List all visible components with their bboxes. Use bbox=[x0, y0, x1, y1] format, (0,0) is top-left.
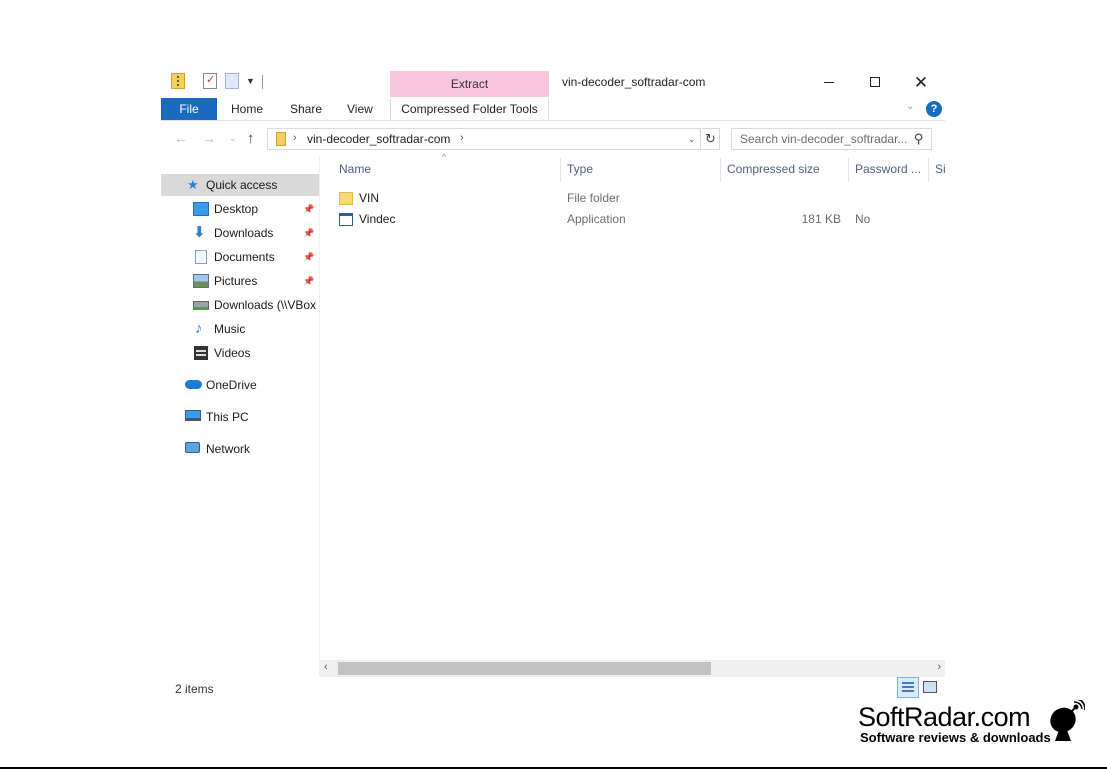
column-header-compressed-size[interactable]: Compressed size bbox=[727, 162, 820, 176]
sidebar-item-documents[interactable]: Documents 📌 bbox=[161, 246, 319, 268]
zip-folder-icon bbox=[276, 132, 286, 146]
sidebar-item-quick-access[interactable]: ★ Quick access bbox=[161, 174, 319, 196]
column-header-type[interactable]: Type bbox=[567, 162, 593, 176]
watermark-subtitle: Software reviews & downloads bbox=[860, 730, 1051, 745]
sidebar-item-this-pc[interactable]: This PC bbox=[161, 406, 319, 428]
search-box[interactable]: ⚲ bbox=[731, 128, 932, 150]
pane-divider bbox=[319, 156, 320, 676]
column-divider[interactable] bbox=[848, 158, 849, 182]
star-icon: ★ bbox=[187, 177, 199, 192]
scroll-right-chevron-icon[interactable]: › bbox=[937, 661, 941, 673]
music-note-icon: ♪ bbox=[195, 320, 203, 337]
properties-icon[interactable] bbox=[203, 73, 217, 89]
sidebar-item-videos[interactable]: Videos bbox=[161, 342, 319, 364]
pin-icon[interactable]: 📌 bbox=[303, 198, 314, 220]
folder-icon bbox=[339, 192, 353, 205]
column-divider[interactable] bbox=[560, 158, 561, 182]
scroll-left-chevron-icon[interactable]: ‹ bbox=[324, 661, 328, 673]
close-icon: ✕ bbox=[913, 72, 929, 92]
column-header-password[interactable]: Password ... bbox=[855, 162, 921, 176]
scrollbar-thumb[interactable] bbox=[338, 662, 711, 675]
film-icon bbox=[194, 346, 208, 360]
network-icon bbox=[185, 442, 200, 453]
sidebar-item-downloads[interactable]: ⬇ Downloads 📌 bbox=[161, 222, 319, 244]
pin-icon[interactable]: 📌 bbox=[303, 222, 314, 244]
sidebar-item-network[interactable]: Network bbox=[161, 438, 319, 460]
maximize-button[interactable] bbox=[852, 70, 898, 94]
tab-compressed-folder-tools[interactable]: Compressed Folder Tools bbox=[390, 98, 549, 121]
sidebar-item-pictures[interactable]: Pictures 📌 bbox=[161, 270, 319, 292]
help-icon[interactable]: ? bbox=[926, 101, 942, 117]
zip-folder-icon bbox=[171, 73, 185, 89]
breadcrumb-current[interactable]: vin-decoder_softradar-com bbox=[307, 132, 450, 146]
download-arrow-icon: ⬇ bbox=[193, 224, 206, 241]
close-button[interactable]: ✕ bbox=[898, 70, 944, 94]
recent-locations-chevron-icon[interactable]: ⌄ bbox=[229, 133, 237, 144]
column-divider[interactable] bbox=[720, 158, 721, 182]
tab-view[interactable]: View bbox=[347, 98, 373, 121]
column-divider[interactable] bbox=[928, 158, 929, 182]
ribbon-divider bbox=[161, 120, 945, 121]
details-view-icon[interactable] bbox=[897, 677, 919, 698]
toolbar-divider bbox=[262, 75, 263, 89]
minimize-icon bbox=[824, 81, 834, 83]
address-dropdown-chevron-icon[interactable]: ⌄ bbox=[688, 134, 696, 145]
window-title: vin-decoder_softradar-com bbox=[562, 75, 706, 89]
tab-home[interactable]: Home bbox=[231, 98, 263, 121]
new-folder-icon[interactable] bbox=[225, 73, 239, 89]
forward-arrow-icon[interactable]: → bbox=[202, 130, 216, 146]
address-bar[interactable]: › vin-decoder_softradar-com › ⌄ bbox=[267, 128, 701, 150]
large-icons-view-icon[interactable] bbox=[923, 681, 937, 693]
minimize-button[interactable] bbox=[806, 70, 852, 94]
sidebar-item-network-drive[interactable]: Downloads (\\VBox bbox=[161, 294, 319, 316]
breadcrumb-chevron-icon[interactable]: › bbox=[293, 132, 297, 144]
breadcrumb-chevron-icon[interactable]: › bbox=[460, 132, 464, 144]
tab-share[interactable]: Share bbox=[290, 98, 322, 121]
search-input[interactable] bbox=[732, 129, 912, 149]
customize-toolbar-chevron-icon[interactable]: ▼ bbox=[246, 76, 255, 86]
watermark-title: SoftRadar.com bbox=[858, 702, 1031, 732]
pin-icon[interactable]: 📌 bbox=[303, 270, 314, 292]
navigation-pane: ★ Quick access Desktop 📌 ⬇ Downloads 📌 D… bbox=[161, 156, 319, 676]
sidebar-item-onedrive[interactable]: OneDrive bbox=[161, 374, 319, 396]
up-arrow-icon[interactable]: ↑ bbox=[247, 130, 255, 147]
maximize-icon bbox=[870, 77, 880, 87]
back-arrow-icon[interactable]: ← bbox=[174, 130, 188, 146]
search-icon[interactable]: ⚲ bbox=[914, 131, 924, 147]
horizontal-scrollbar[interactable]: ‹ › bbox=[320, 660, 945, 677]
monitor-icon bbox=[185, 410, 201, 421]
refresh-button[interactable]: ↻ bbox=[702, 128, 720, 150]
column-header-name[interactable]: Name bbox=[339, 162, 371, 176]
sidebar-item-music[interactable]: ♪ Music bbox=[161, 318, 319, 340]
pictures-icon bbox=[193, 274, 209, 288]
list-item[interactable]: Vindec Application 181 KB No bbox=[337, 209, 937, 230]
tab-file[interactable]: File bbox=[161, 98, 217, 121]
list-item[interactable]: VIN File folder bbox=[337, 188, 937, 209]
pin-icon[interactable]: 📌 bbox=[303, 246, 314, 268]
network-drive-icon bbox=[193, 301, 209, 310]
desktop-icon bbox=[193, 202, 209, 216]
expand-ribbon-chevron-icon[interactable]: ⌄ bbox=[906, 101, 914, 112]
column-header-size[interactable]: Si bbox=[935, 162, 945, 176]
document-icon bbox=[195, 250, 207, 264]
extract-context-tab[interactable]: Extract bbox=[390, 71, 549, 97]
application-icon bbox=[339, 213, 353, 226]
refresh-icon: ↻ bbox=[705, 131, 716, 146]
satellite-dish-icon bbox=[1050, 700, 1085, 741]
cloud-icon bbox=[185, 380, 202, 389]
sort-ascending-icon: ^ bbox=[442, 152, 447, 162]
sidebar-item-desktop[interactable]: Desktop 📌 bbox=[161, 198, 319, 220]
item-count: 2 items bbox=[175, 682, 214, 696]
